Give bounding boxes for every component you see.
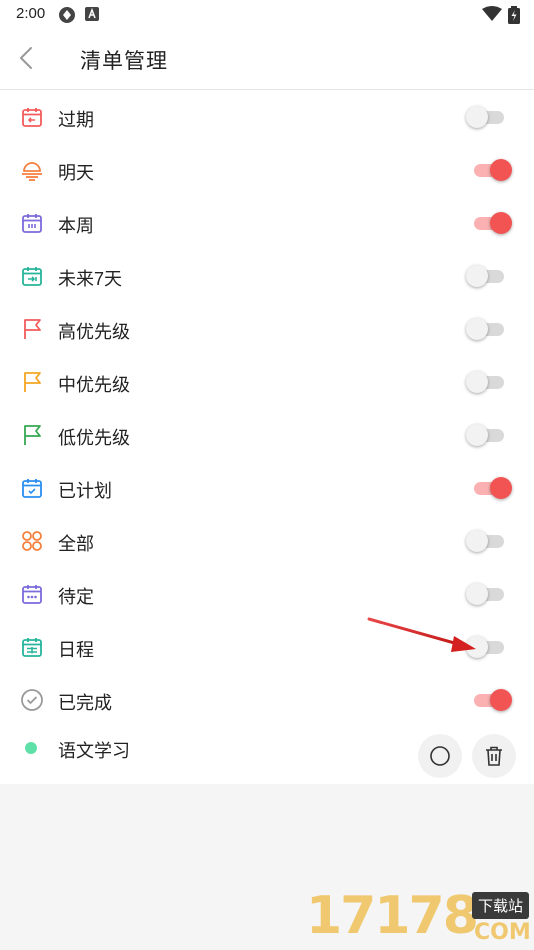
list-item-label: 本周 bbox=[58, 216, 94, 236]
grid-circles-icon bbox=[20, 529, 44, 553]
toggle-overdue[interactable] bbox=[466, 106, 514, 128]
toggle-tomorrow[interactable] bbox=[466, 159, 514, 181]
app-badge-icon bbox=[84, 6, 100, 27]
calendar-week-icon bbox=[20, 211, 44, 235]
edit-list-button[interactable] bbox=[418, 734, 462, 778]
chevron-left-icon bbox=[19, 47, 32, 69]
battery-icon bbox=[508, 6, 520, 29]
toggle-medium-priority[interactable] bbox=[466, 371, 514, 393]
calendar-dots-icon bbox=[20, 582, 44, 606]
list-item-next-7-days: 未来7天 bbox=[0, 249, 534, 302]
list-item-pending: 待定 bbox=[0, 567, 534, 620]
flag-low-icon bbox=[20, 423, 44, 447]
list-item-completed: 已完成 bbox=[0, 673, 534, 726]
toggle-all[interactable] bbox=[466, 530, 514, 552]
status-bar: 2:00 bbox=[0, 0, 534, 28]
list-item-label: 中优先级 bbox=[58, 375, 130, 395]
list-item-label: 语文学习 bbox=[58, 741, 130, 761]
list-item-label: 已计划 bbox=[58, 481, 112, 501]
toggle-high-priority[interactable] bbox=[466, 318, 514, 340]
list-item-label: 明天 bbox=[58, 163, 94, 183]
list-color-dot bbox=[25, 742, 37, 754]
toggle-low-priority[interactable] bbox=[466, 424, 514, 446]
circle-icon bbox=[430, 746, 450, 766]
calendar-overdue-icon bbox=[20, 105, 44, 129]
calendar-next-icon bbox=[20, 264, 44, 288]
toggle-planned[interactable] bbox=[466, 477, 514, 499]
flag-high-icon bbox=[20, 317, 44, 341]
list-item-label: 未来7天 bbox=[58, 269, 123, 289]
list-item-schedule: 日程 bbox=[0, 620, 534, 673]
list-item-overdue: 过期 bbox=[0, 90, 534, 143]
wifi-icon bbox=[482, 6, 502, 27]
list-item-tomorrow: 明天 bbox=[0, 143, 534, 196]
flag-medium-icon bbox=[20, 370, 44, 394]
calendar-schedule-icon bbox=[20, 635, 44, 659]
toggle-next-7-days[interactable] bbox=[466, 265, 514, 287]
list-item-label: 日程 bbox=[58, 640, 94, 660]
list-item-planned: 已计划 bbox=[0, 461, 534, 514]
app-notification-icon bbox=[58, 6, 76, 29]
watermark-logo: 17178 下载站 COM bbox=[306, 886, 532, 950]
back-button[interactable] bbox=[12, 43, 42, 73]
toggle-this-week[interactable] bbox=[466, 212, 514, 234]
list-item-high-priority: 高优先级 bbox=[0, 302, 534, 355]
list-item-all: 全部 bbox=[0, 514, 534, 567]
list-item-low-priority: 低优先级 bbox=[0, 408, 534, 461]
list-item-medium-priority: 中优先级 bbox=[0, 355, 534, 408]
list-item-this-week: 本周 bbox=[0, 196, 534, 249]
list-item-custom: 语文学习 bbox=[0, 731, 534, 784]
calendar-check-icon bbox=[20, 476, 44, 500]
list-settings: 过期 明天 本周 未来7天 高优先级 中优先级 低优先级 已计划 全部 待定 日… bbox=[0, 90, 534, 784]
list-item-label: 低优先级 bbox=[58, 428, 130, 448]
list-item-label: 待定 bbox=[58, 587, 94, 607]
list-item-label: 全部 bbox=[58, 534, 94, 554]
app-bar: 清单管理 bbox=[0, 28, 534, 90]
check-circle-icon bbox=[20, 688, 44, 712]
toggle-schedule[interactable] bbox=[466, 636, 514, 658]
trash-icon bbox=[486, 746, 502, 766]
list-item-label: 过期 bbox=[58, 110, 94, 130]
delete-list-button[interactable] bbox=[472, 734, 516, 778]
toggle-pending[interactable] bbox=[466, 583, 514, 605]
page-title: 清单管理 bbox=[80, 50, 168, 73]
watermark-badge: 下载站 bbox=[472, 892, 530, 919]
list-item-label: 高优先级 bbox=[58, 322, 130, 342]
toggle-completed[interactable] bbox=[466, 689, 514, 711]
watermark-digits: 17178 bbox=[306, 886, 479, 946]
watermark-domain: COM bbox=[474, 920, 531, 945]
sunset-icon bbox=[20, 158, 44, 182]
status-time: 2:00 bbox=[16, 5, 46, 22]
list-item-label: 已完成 bbox=[58, 693, 112, 713]
